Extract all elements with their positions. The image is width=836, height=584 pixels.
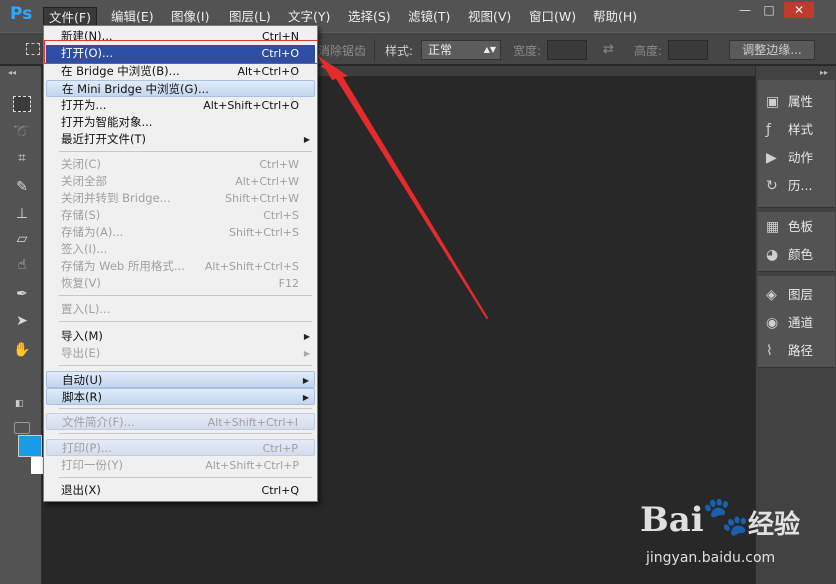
- paw-icon: 🐾: [702, 494, 750, 538]
- red-arrow-icon: [321, 65, 488, 319]
- watermark-url: jingyan.baidu.com: [646, 550, 776, 566]
- watermark-brand: Bai: [640, 500, 704, 540]
- baidu-watermark: Bai 🐾 经验 jingyan.baidu.com: [640, 492, 830, 580]
- watermark-brand-2: 经验: [748, 510, 801, 540]
- arrow-head-icon: [318, 56, 348, 80]
